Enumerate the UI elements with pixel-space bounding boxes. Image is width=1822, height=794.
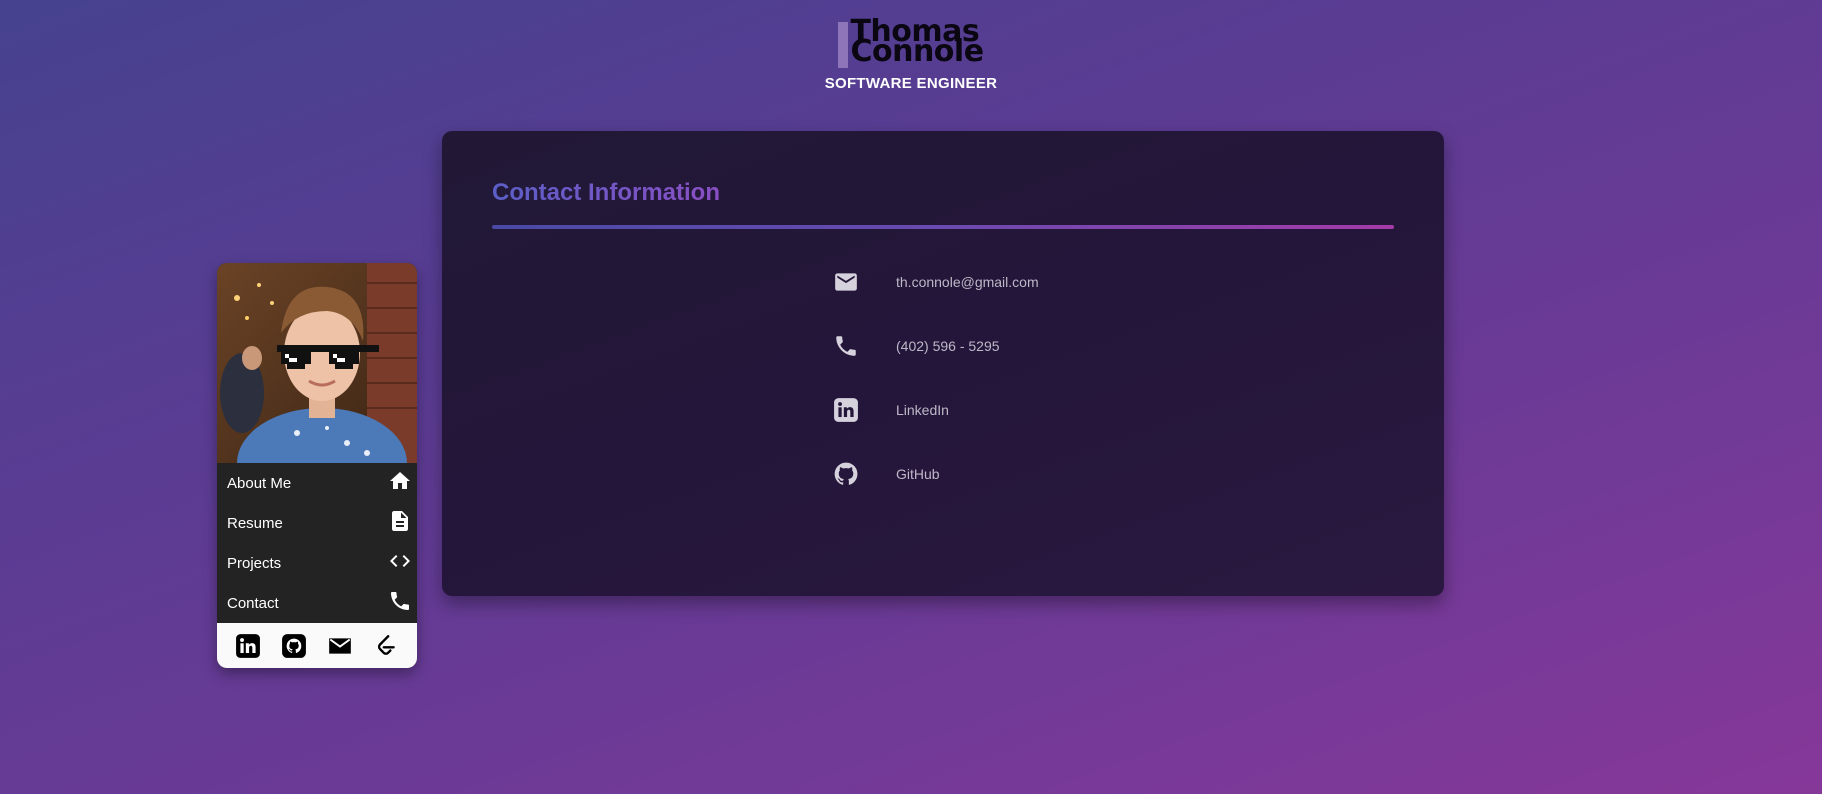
- nav-contact[interactable]: Contact: [217, 583, 417, 623]
- site-header: Thomas Connole SOFTWARE ENGINEER: [0, 16, 1822, 93]
- document-icon: [388, 509, 412, 537]
- nav-projects-label: Projects: [227, 554, 282, 572]
- site-logo[interactable]: Thomas Connole: [838, 16, 984, 69]
- contact-email[interactable]: th.connole@gmail.com: [822, 262, 1039, 302]
- home-icon: [388, 469, 412, 497]
- nav-contact-label: Contact: [227, 594, 279, 612]
- email-icon[interactable]: [326, 632, 354, 660]
- nav-projects[interactable]: Projects: [217, 543, 417, 583]
- logo-name: Thomas Connole: [850, 16, 984, 69]
- contact-email-text: th.connole@gmail.com: [896, 274, 1039, 290]
- phone-icon: [388, 589, 412, 617]
- sidebar-card: About Me Resume Projects Contact: [217, 263, 417, 668]
- profile-photo: [217, 263, 417, 463]
- phone-icon: [822, 333, 870, 359]
- logo-name-last: Connole: [850, 34, 984, 69]
- code-icon: [388, 549, 412, 577]
- email-icon: [822, 269, 870, 295]
- nav-about-me[interactable]: About Me: [217, 463, 417, 503]
- logo-accent-bar: [838, 22, 849, 68]
- contact-github-text: GitHub: [896, 466, 940, 482]
- contact-linkedin[interactable]: LinkedIn: [822, 390, 949, 430]
- contact-phone[interactable]: (402) 596 - 5295: [822, 326, 1000, 366]
- leetcode-icon[interactable]: [372, 632, 400, 660]
- social-links: [217, 623, 417, 668]
- contact-github[interactable]: GitHub: [822, 454, 940, 494]
- linkedin-icon[interactable]: [234, 632, 262, 660]
- nav-about-me-label: About Me: [227, 474, 292, 492]
- nav-resume-label: Resume: [227, 514, 283, 532]
- github-icon: [822, 461, 870, 487]
- contact-panel: Contact Information th.connole@gmail.com…: [442, 131, 1444, 596]
- nav-resume[interactable]: Resume: [217, 503, 417, 543]
- panel-title: Contact Information: [492, 179, 720, 206]
- linkedin-icon: [822, 397, 870, 423]
- contact-phone-text: (402) 596 - 5295: [896, 338, 1000, 354]
- contact-linkedin-text: LinkedIn: [896, 402, 949, 418]
- github-icon[interactable]: [280, 632, 308, 660]
- job-title: SOFTWARE ENGINEER: [824, 75, 998, 92]
- title-divider: [492, 225, 1394, 229]
